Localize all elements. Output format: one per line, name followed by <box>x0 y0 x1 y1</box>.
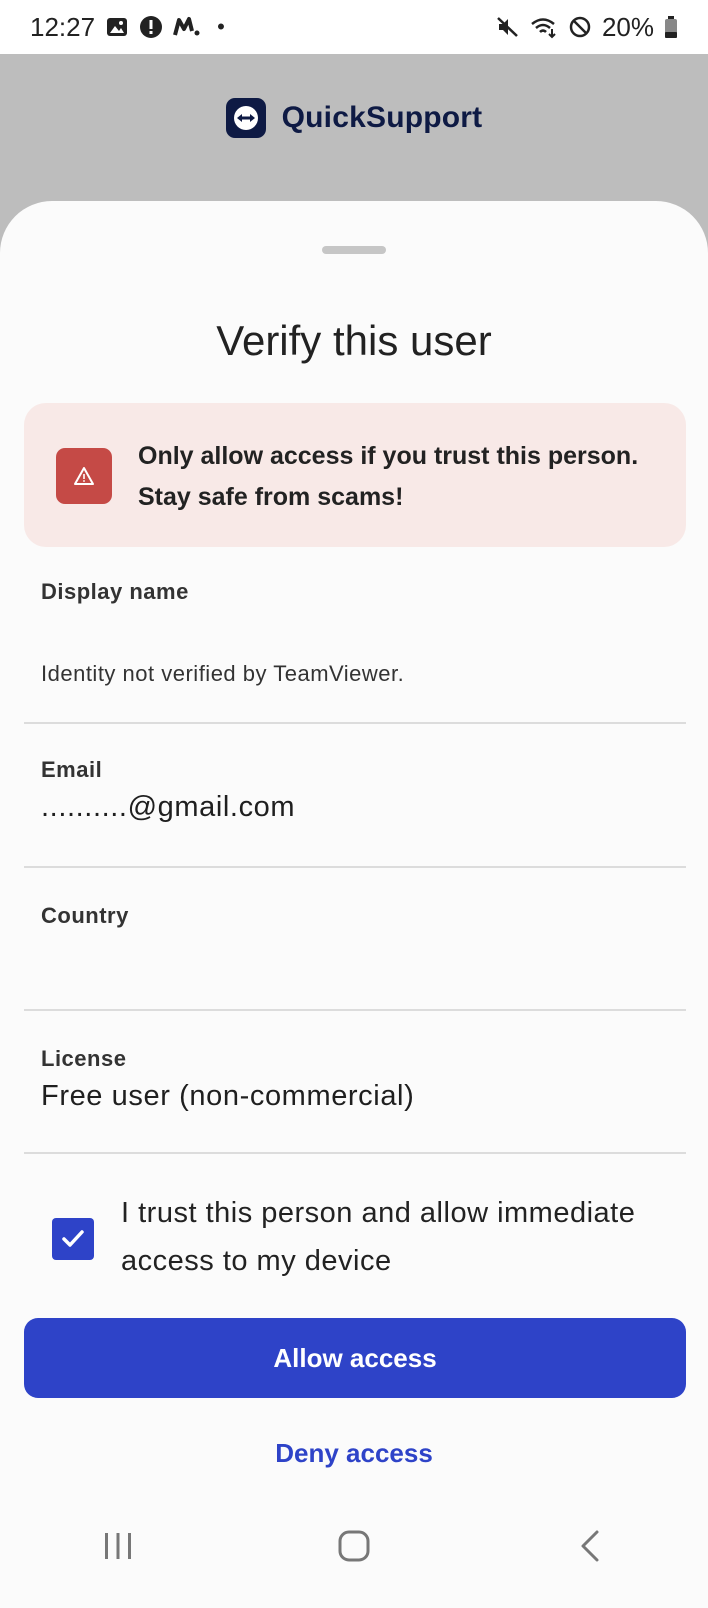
recents-button[interactable] <box>58 1501 178 1591</box>
verify-user-sheet: Verify this user Only allow access if yo… <box>0 201 708 1608</box>
battery-icon <box>664 15 678 39</box>
back-button[interactable] <box>530 1501 650 1591</box>
license-field: License Free user (non-commercial) <box>41 1046 681 1113</box>
app-bar: QuickSupport <box>0 54 708 204</box>
license-value: Free user (non-commercial) <box>41 1080 415 1112</box>
back-icon <box>581 1530 599 1562</box>
recents-icon <box>105 1533 131 1559</box>
teamviewer-logo-icon <box>225 98 266 138</box>
email-value: ..........@gmail.com <box>41 791 296 823</box>
divider <box>24 866 686 868</box>
sheet-title: Verify this user <box>216 317 492 364</box>
divider <box>24 722 686 724</box>
home-icon <box>338 1530 370 1562</box>
alert-circle-icon <box>139 15 163 39</box>
mute-icon <box>496 15 520 39</box>
divider <box>24 1152 686 1154</box>
wifi-icon <box>530 15 558 39</box>
gallery-icon <box>105 15 129 39</box>
status-bar-left: 12:27 • <box>30 12 225 43</box>
notification-dot-icon: • <box>217 14 225 39</box>
clock: 12:27 <box>30 11 96 42</box>
app-name: QuickSupport <box>281 101 483 134</box>
warning-triangle-icon <box>56 448 112 504</box>
battery-percent: 20% <box>601 11 654 42</box>
checkmark-icon <box>62 1230 84 1247</box>
country-label: Country <box>41 903 129 928</box>
status-bar-right: 20% <box>496 12 678 43</box>
allow-access-button[interactable]: Allow access <box>24 1318 686 1398</box>
identity-not-verified-note: Identity not verified by TeamViewer. <box>41 661 405 686</box>
warning-text: Only allow access if you trust this pers… <box>138 442 639 511</box>
display-name-note-wrap: Identity not verified by TeamViewer. <box>41 661 681 687</box>
email-label: Email <box>41 757 103 782</box>
email-field: Email ..........@gmail.com <box>41 757 681 824</box>
sheet-drag-handle[interactable] <box>322 246 386 254</box>
home-button[interactable] <box>294 1501 414 1591</box>
license-label: License <box>41 1046 127 1071</box>
trust-checkbox[interactable] <box>52 1218 94 1260</box>
display-name-field: Display name <box>41 579 681 605</box>
divider <box>24 1009 686 1011</box>
scam-warning-banner: Only allow access if you trust this pers… <box>24 403 686 547</box>
trust-checkbox-label[interactable]: I trust this person and allow immediate … <box>121 1189 681 1285</box>
brand: QuickSupport <box>225 98 483 138</box>
do-not-disturb-icon <box>568 15 592 39</box>
display-name-label: Display name <box>41 579 189 604</box>
messenger-icon <box>173 15 201 39</box>
status-bar: 12:27 • 20% <box>0 0 708 54</box>
system-nav-bar <box>0 1484 708 1608</box>
deny-access-button[interactable]: Deny access <box>204 1425 504 1481</box>
trust-consent-row[interactable]: I trust this person and allow immediate … <box>52 1189 692 1299</box>
country-field: Country <box>41 903 681 937</box>
